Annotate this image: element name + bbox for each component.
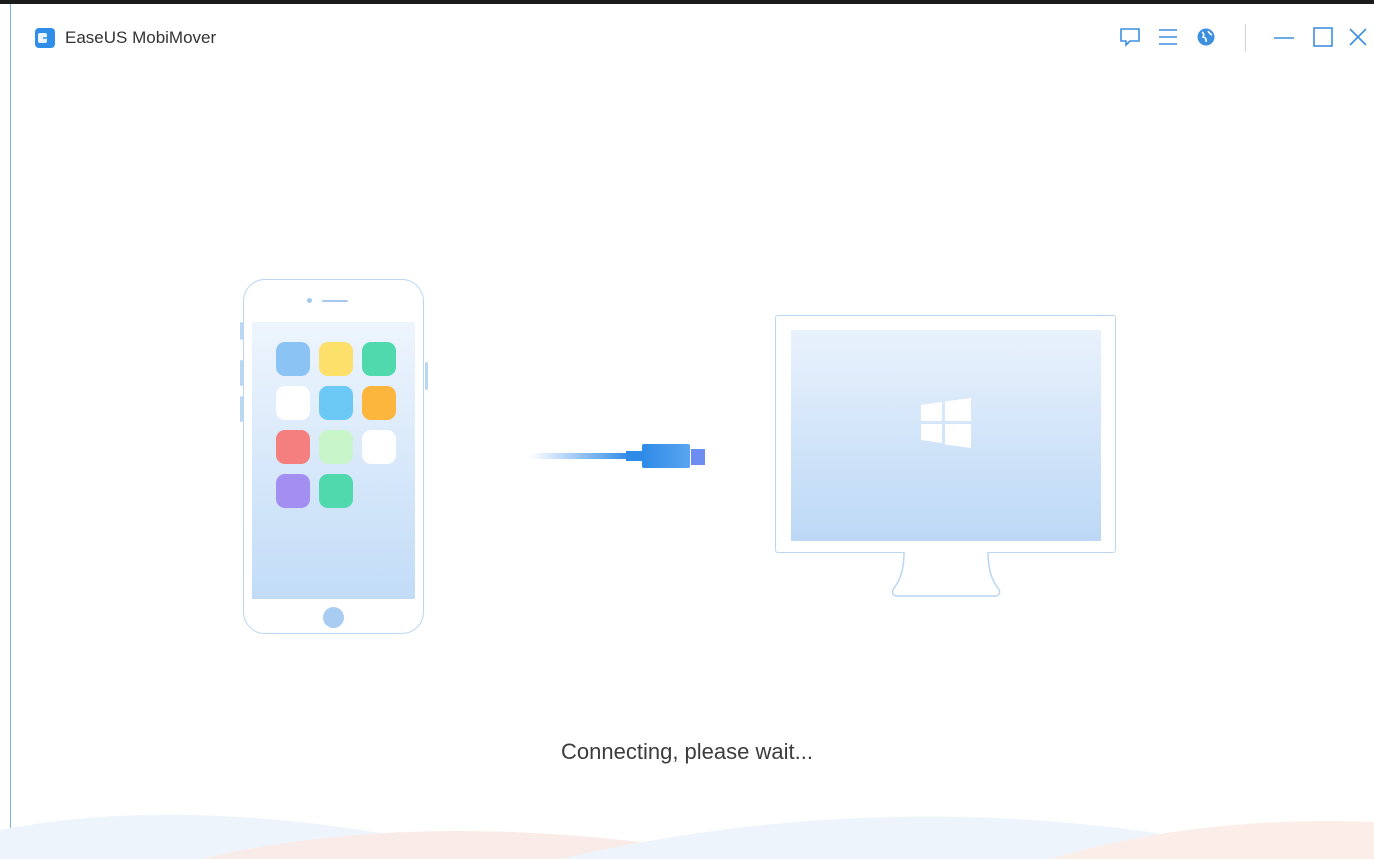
close-button[interactable] [1345,24,1371,50]
close-icon [1349,28,1367,46]
app-title: EaseUS MobiMover [65,28,217,47]
phone-camera [307,298,312,303]
language-button[interactable] [1193,24,1219,50]
phone-power-button [425,362,428,390]
windows-logo-icon [921,398,971,448]
phone-home-button [323,607,344,628]
maximize-icon [1313,27,1333,47]
feedback-button[interactable] [1117,24,1143,50]
decorative-waves [0,814,1374,859]
phone-app-tile [362,342,396,376]
phone-app-tile [362,430,396,464]
app-logo-icon [35,28,55,48]
phone-app-tile [276,430,310,464]
monitor-illustration [775,315,1116,553]
titlebar-separator [1245,24,1246,52]
phone-app-tile [319,386,353,420]
phone-app-tile [319,474,353,508]
phone-side-button [240,322,243,340]
phone-volume-up [240,360,243,386]
maximize-button[interactable] [1310,24,1336,50]
monitor-screen [791,330,1101,541]
phone-app-tile [319,430,353,464]
monitor-stand [891,552,1001,597]
phone-app-tile [276,474,310,508]
phone-screen [252,322,415,599]
minimize-icon [1274,37,1294,39]
title-bar[interactable]: EaseUS MobiMover [11,4,1374,68]
minimize-button[interactable] [1271,24,1297,50]
phone-app-tile [276,386,310,420]
phone-app-tile [362,386,396,420]
phone-speaker [322,300,348,302]
globe-icon [1197,28,1215,46]
usb-plug [642,444,690,468]
connection-status-text: Connecting, please wait... [561,739,813,764]
phone-illustration [243,279,424,634]
phone-app-tile [276,342,310,376]
usb-plug-tip [691,449,705,465]
app-window: EaseUS MobiMover [10,4,1374,859]
phone-volume-down [240,396,243,422]
menu-icon [1159,29,1177,45]
feedback-icon [1120,28,1140,47]
phone-app-tile [319,342,353,376]
menu-button[interactable] [1155,24,1181,50]
usb-cable [530,453,630,459]
